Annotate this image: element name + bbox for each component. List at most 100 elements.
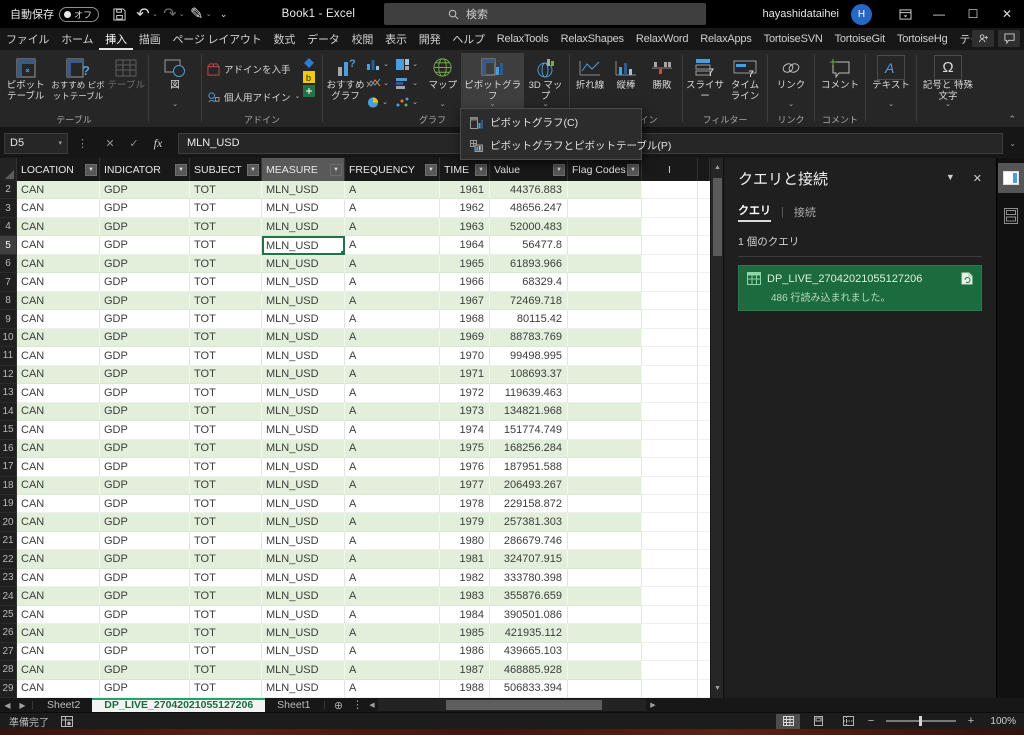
formula-bar-expand-button[interactable]: ⌄: [1009, 139, 1016, 148]
cell[interactable]: CAN: [17, 181, 100, 200]
row-number-19[interactable]: 19: [0, 494, 17, 514]
cell[interactable]: TOT: [190, 458, 262, 477]
ribbon-tab-3[interactable]: 描画: [133, 28, 167, 50]
cell[interactable]: GDP: [100, 421, 190, 440]
cell[interactable]: A: [345, 217, 440, 237]
cell[interactable]: TOT: [190, 421, 262, 440]
cell-empty[interactable]: [642, 568, 698, 588]
cell[interactable]: 206493.267: [490, 476, 568, 495]
cell[interactable]: TOT: [190, 439, 262, 459]
cell[interactable]: GDP: [100, 254, 190, 274]
filter-dropdown-icon[interactable]: ▼: [627, 163, 639, 176]
symbols-button[interactable]: Ω 記号と 特殊文字 ⌄: [920, 53, 976, 108]
ribbon-tab-4[interactable]: ページ レイアウト: [167, 28, 268, 50]
filter-dropdown-icon[interactable]: ▼: [475, 163, 487, 176]
cell-empty[interactable]: [642, 421, 698, 440]
cell[interactable]: MLN_USD: [262, 550, 345, 569]
cell[interactable]: CAN: [17, 402, 100, 422]
cell-empty[interactable]: [698, 273, 710, 292]
cell[interactable]: 119639.463: [490, 384, 568, 403]
line-chart-button[interactable]: ⌄: [366, 74, 395, 93]
sheet-tabs-menu[interactable]: ⋮: [349, 698, 365, 712]
sheet-nav-right-icon[interactable]: ▶: [15, 698, 30, 712]
panel-options-chevron[interactable]: ▼: [946, 172, 955, 185]
cell[interactable]: TOT: [190, 217, 262, 237]
illustrations-button[interactable]: 図 ⌄: [153, 53, 197, 108]
get-addins-button[interactable]: アドインを入手: [204, 58, 303, 80]
query-refresh-doc-icon[interactable]: [961, 272, 973, 285]
cell[interactable]: MLN_USD: [262, 328, 345, 348]
cell[interactable]: MLN_USD: [262, 605, 345, 625]
cell[interactable]: 1981: [440, 550, 490, 569]
cell-empty[interactable]: [642, 513, 698, 532]
addin-app-icon-yellow[interactable]: b: [303, 71, 316, 83]
cell[interactable]: 1961: [440, 181, 490, 200]
row-number-27[interactable]: 27: [0, 642, 17, 662]
ribbon-tab-11[interactable]: RelaxTools: [491, 28, 555, 50]
cell[interactable]: GDP: [100, 587, 190, 606]
cell[interactable]: TOT: [190, 679, 262, 699]
cell[interactable]: 48656.247: [490, 199, 568, 218]
cell[interactable]: TOT: [190, 199, 262, 218]
cell[interactable]: A: [345, 642, 440, 662]
cell[interactable]: GDP: [100, 402, 190, 422]
row-number-23[interactable]: 23: [0, 568, 17, 588]
ribbon-tab-15[interactable]: TortoiseSVN: [758, 28, 829, 50]
cell[interactable]: 1986: [440, 642, 490, 662]
cell-empty[interactable]: [642, 661, 698, 680]
selected-cell[interactable]: MLN_USD: [262, 236, 345, 255]
pie-chart-button[interactable]: ⌄: [366, 93, 395, 112]
cell[interactable]: A: [345, 199, 440, 218]
cell[interactable]: 99498.995: [490, 347, 568, 366]
cell[interactable]: TOT: [190, 273, 262, 292]
cell[interactable]: MLN_USD: [262, 458, 345, 477]
cell[interactable]: 1987: [440, 661, 490, 680]
cell[interactable]: 187951.588: [490, 458, 568, 477]
cell-empty[interactable]: [698, 531, 710, 551]
cell[interactable]: 421935.112: [490, 624, 568, 643]
row-number-28[interactable]: 28: [0, 661, 17, 680]
ribbon-tab-12[interactable]: RelaxShapes: [555, 28, 630, 50]
ribbon-tab-16[interactable]: TortoiseGit: [829, 28, 891, 50]
cell[interactable]: GDP: [100, 439, 190, 459]
cell[interactable]: A: [345, 421, 440, 440]
cell[interactable]: A: [345, 328, 440, 348]
cell-empty[interactable]: [698, 347, 710, 366]
select-all-corner[interactable]: [0, 158, 17, 181]
cell[interactable]: A: [345, 550, 440, 569]
row-number-22[interactable]: 22: [0, 550, 17, 569]
cell[interactable]: TOT: [190, 605, 262, 625]
cell[interactable]: 324707.915: [490, 550, 568, 569]
cell[interactable]: [568, 199, 642, 218]
pivot-table-button[interactable]: ピボット テーブル: [2, 53, 49, 102]
cell[interactable]: GDP: [100, 550, 190, 569]
addin-app-icon-green[interactable]: [303, 85, 316, 97]
cell-empty[interactable]: [642, 217, 698, 237]
cell[interactable]: A: [345, 587, 440, 606]
cell[interactable]: 439665.103: [490, 642, 568, 662]
cell-empty[interactable]: [698, 328, 710, 348]
cell[interactable]: 355876.659: [490, 587, 568, 606]
cell[interactable]: [568, 236, 642, 255]
cell[interactable]: TOT: [190, 568, 262, 588]
cell[interactable]: 56477.8: [490, 236, 568, 255]
cell[interactable]: TOT: [190, 328, 262, 348]
cell[interactable]: 1983: [440, 587, 490, 606]
cell[interactable]: CAN: [17, 310, 100, 329]
cell[interactable]: A: [345, 605, 440, 625]
page-layout-view-button[interactable]: [806, 714, 830, 729]
cell[interactable]: MLN_USD: [262, 181, 345, 200]
cell[interactable]: 390501.086: [490, 605, 568, 625]
cell-empty[interactable]: [642, 494, 698, 514]
sheet-tab-DP_LIVE_27042021055127206[interactable]: DP_LIVE_27042021055127206: [92, 698, 266, 712]
row-number-18[interactable]: 18: [0, 476, 17, 495]
menu-item-1[interactable]: ピボットグラフとピボットテーブル(P): [461, 134, 671, 157]
column-header-FREQUENCY[interactable]: FREQUENCY ▼: [345, 158, 440, 181]
cell[interactable]: TOT: [190, 513, 262, 532]
cell-empty[interactable]: [698, 642, 710, 662]
row-number-7[interactable]: 7: [0, 273, 17, 292]
cell-empty[interactable]: [642, 605, 698, 625]
cell[interactable]: 108693.37: [490, 365, 568, 385]
cell[interactable]: CAN: [17, 291, 100, 311]
cell[interactable]: [568, 181, 642, 200]
